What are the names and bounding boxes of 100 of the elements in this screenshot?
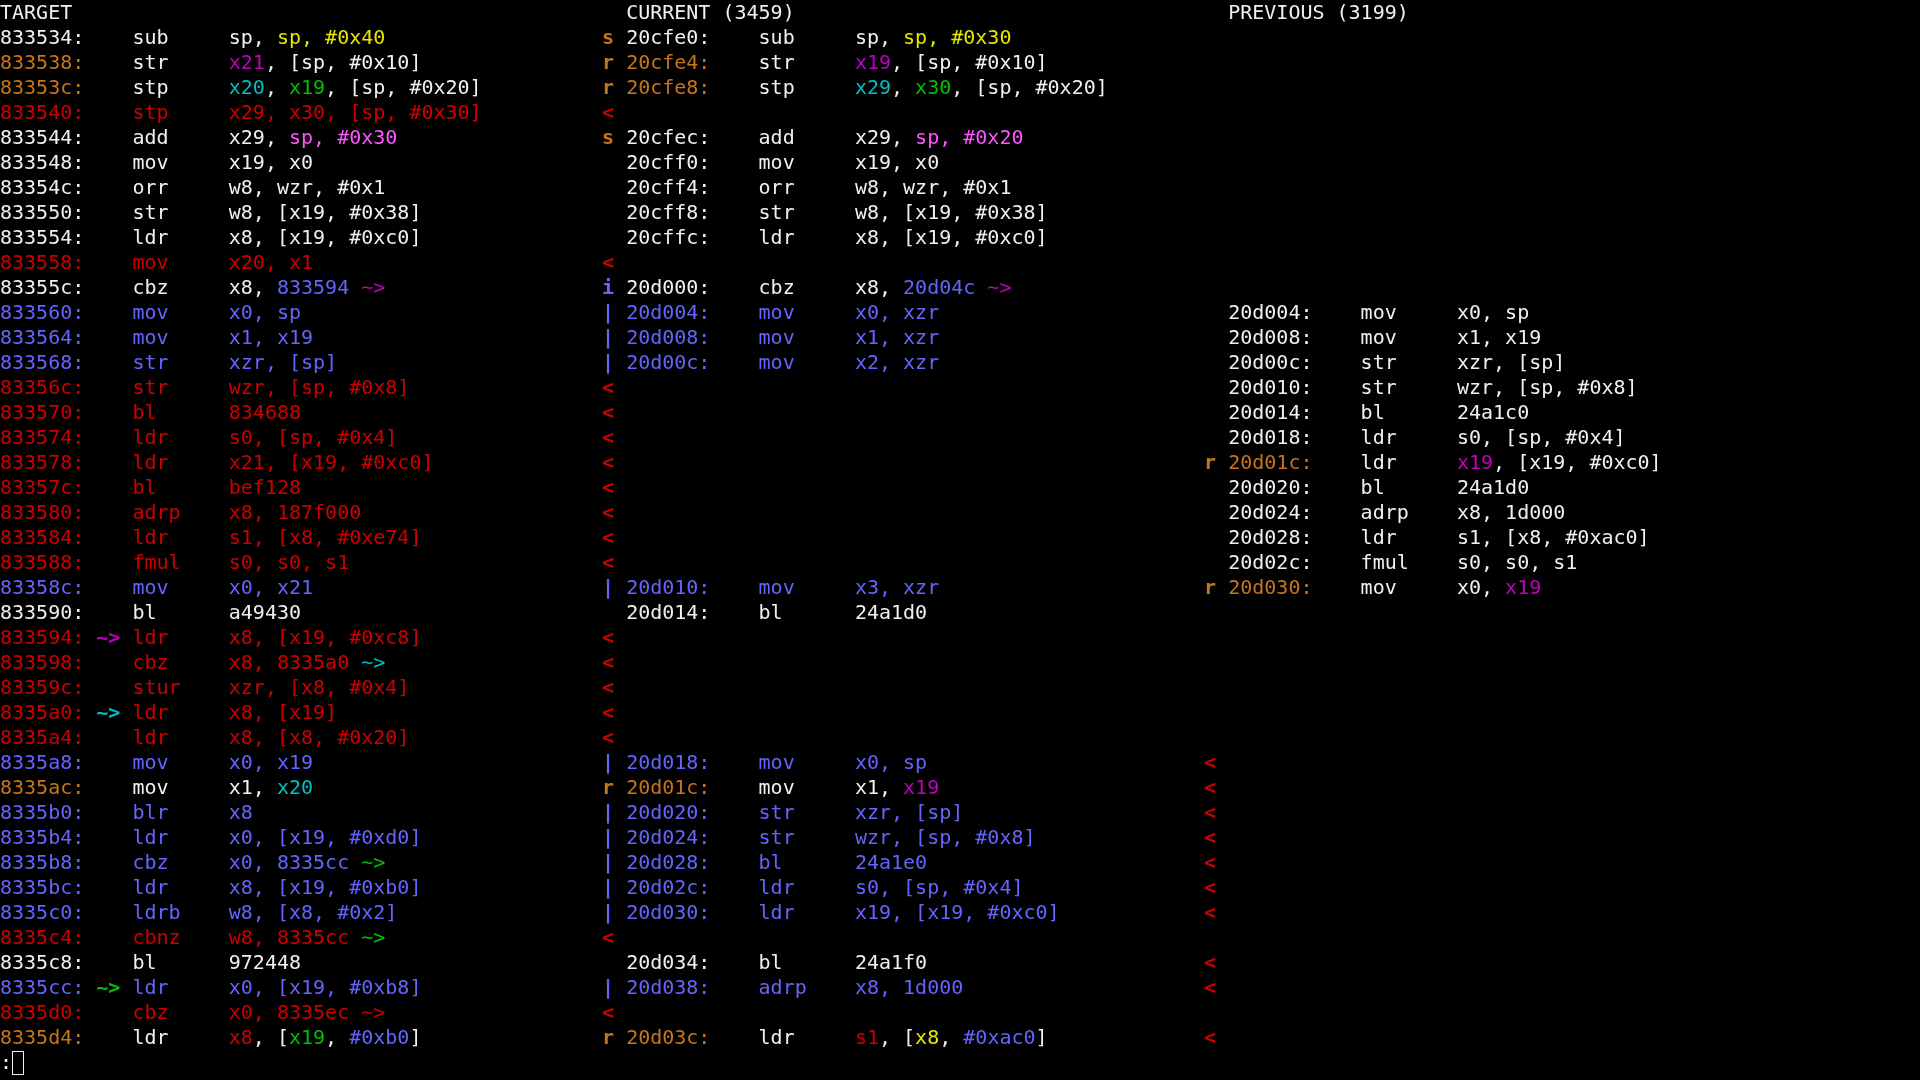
column-header: PREVIOUS (3199): [1228, 0, 1409, 25]
mnemonic-text: cbz: [132, 650, 169, 674]
diff-marker: <: [602, 100, 615, 124]
operands-text: w8, wzr, #0x1: [228, 175, 386, 200]
mnemonic-text: str: [132, 350, 169, 374]
address-text: 8335ac:: [0, 775, 85, 799]
diff-marker: <: [1204, 1025, 1217, 1049]
address-text: 8335b4:: [0, 825, 85, 849]
operands-text: x0, xzr: [854, 300, 940, 325]
operands-text: x8, 1d000: [854, 975, 964, 1000]
operands-text: x0, 8335cc ~>: [228, 850, 386, 875]
mnemonic-text: adrp: [132, 500, 181, 524]
diff-marker: |: [602, 800, 615, 824]
address-text: 8335a0:: [0, 700, 85, 724]
address-text: 20d020:: [1228, 475, 1313, 499]
operands-text: x19, x0: [854, 150, 940, 175]
mnemonic-text: str: [132, 200, 169, 224]
operands-text: x19, x0: [228, 150, 314, 175]
address-text: 20d028:: [1228, 525, 1313, 549]
mnemonic-text: ldr: [132, 625, 169, 649]
operands-text: w8, [x19, #0x38]: [228, 200, 422, 225]
address-text: 20cfe8:: [626, 75, 711, 99]
address-text: 833560:: [0, 300, 85, 324]
diff-marker: |: [602, 575, 615, 599]
diff-marker: |: [602, 900, 615, 924]
address-text: 20d038:: [626, 975, 711, 999]
operands-text: x0, [x19, #0xb8]: [228, 975, 422, 1000]
operands-text: w8, wzr, #0x1: [854, 175, 1012, 200]
diff-marker: r: [1204, 450, 1217, 474]
operands-text: bef128: [228, 475, 301, 500]
address-text: 8335a4:: [0, 725, 85, 749]
mnemonic-text: str: [132, 375, 169, 399]
diff-marker: |: [602, 350, 615, 374]
address-text: 20d02c:: [626, 875, 711, 899]
mnemonic-text: ldr: [132, 725, 169, 749]
diff-marker: |: [602, 850, 615, 874]
mnemonic-text: mov: [132, 150, 169, 174]
diff-marker: r: [1204, 575, 1217, 599]
operands-text: x19, [x19, #0xc0]: [854, 900, 1060, 925]
operands-text: x0, sp: [854, 750, 928, 775]
address-text: 20d00c:: [1228, 350, 1313, 374]
diff-marker: <: [1204, 875, 1217, 899]
mnemonic-text: mov: [1360, 300, 1397, 324]
address-text: 833594:: [0, 625, 85, 649]
operands-text: x0, [x19, #0xd0]: [228, 825, 422, 850]
operands-text: x1, x19: [1456, 325, 1542, 350]
address-text: 83353c:: [0, 75, 85, 99]
address-text: 20d004:: [1228, 300, 1313, 324]
mnemonic-text: mov: [1360, 575, 1397, 599]
operands-text: s0, [sp, #0x4]: [854, 875, 1024, 900]
diff-marker: <: [1204, 850, 1217, 874]
diff-marker: <: [1204, 800, 1217, 824]
address-text: 833570:: [0, 400, 85, 424]
address-text: 833538:: [0, 50, 85, 74]
diff-marker: <: [1204, 950, 1217, 974]
address-text: 20d008:: [626, 325, 711, 349]
mnemonic-text: mov: [758, 300, 795, 324]
operands-text: s0, [sp, #0x4]: [1456, 425, 1626, 450]
operands-text: x8, 8335a0 ~>: [228, 650, 386, 675]
address-text: 20d004:: [626, 300, 711, 324]
mnemonic-text: mov: [132, 775, 169, 799]
diff-marker: <: [602, 700, 615, 724]
address-text: 20d030:: [626, 900, 711, 924]
diff-marker: <: [602, 375, 615, 399]
mnemonic-text: sub: [132, 25, 169, 49]
branch-target-arrow: ~>: [96, 700, 121, 724]
operands-text: x21, [sp, #0x10]: [228, 50, 422, 75]
operands-text: x19, [x19, #0xc0]: [1456, 450, 1662, 475]
mnemonic-text: bl: [132, 950, 157, 974]
operands-text: a49430: [228, 600, 301, 625]
operands-text: x8, 187f000: [228, 500, 362, 525]
text-cursor[interactable]: [12, 1050, 25, 1075]
operands-text: wzr, [sp, #0x8]: [854, 825, 1036, 850]
address-text: 20d024:: [626, 825, 711, 849]
mnemonic-text: mov: [758, 350, 795, 374]
address-text: 8335bc:: [0, 875, 85, 899]
mnemonic-text: str: [132, 50, 169, 74]
operands-text: w8, [x8, #0x2]: [228, 900, 398, 925]
mnemonic-text: sub: [758, 25, 795, 49]
mnemonic-text: fmul: [1360, 550, 1409, 574]
mnemonic-text: bl: [1360, 400, 1385, 424]
operands-text: s1, [x8, #0xac0]: [1456, 525, 1650, 550]
diff-marker: <: [602, 250, 615, 274]
mnemonic-text: mov: [132, 250, 169, 274]
operands-text: x1, xzr: [854, 325, 940, 350]
operands-text: x29, x30, [sp, #0x20]: [854, 75, 1108, 100]
operands-text: 24a1e0: [854, 850, 928, 875]
address-text: 20cff4:: [626, 175, 711, 199]
mnemonic-text: mov: [758, 575, 795, 599]
operands-text: x8, 20d04c ~>: [854, 275, 1012, 300]
operands-text: x8, [x19, #0xb0]: [228, 1025, 422, 1050]
mnemonic-text: ldrb: [132, 900, 181, 924]
mnemonic-text: ldr: [132, 525, 169, 549]
diff-marker: <: [1204, 775, 1217, 799]
operands-text: xzr, [sp]: [854, 800, 964, 825]
mnemonic-text: stur: [132, 675, 181, 699]
operands-text: x8, [x19, #0xc8]: [228, 625, 422, 650]
operands-text: s1, [x8, #0xac0]: [854, 1025, 1048, 1050]
mnemonic-text: ldr: [758, 900, 795, 924]
operands-text: x0, x19: [228, 750, 314, 775]
